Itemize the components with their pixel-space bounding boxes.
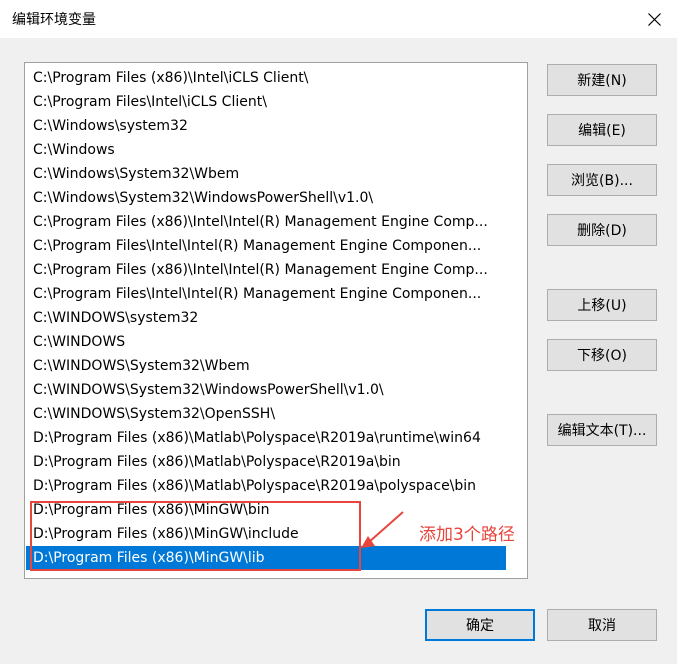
list-item[interactable]: D:\Program Files (x86)\Matlab\Polyspace\… bbox=[26, 474, 506, 498]
list-item[interactable]: C:\Program Files (x86)\Intel\Intel(R) Ma… bbox=[26, 210, 506, 234]
cancel-button[interactable]: 取消 bbox=[547, 609, 657, 641]
list-item[interactable]: C:\Program Files\Intel\Intel(R) Manageme… bbox=[26, 282, 506, 306]
list-item[interactable]: C:\WINDOWS bbox=[26, 330, 506, 354]
delete-button[interactable]: 删除(D) bbox=[547, 214, 657, 246]
title-bar: 编辑环境变量 bbox=[0, 0, 677, 38]
list-item[interactable]: C:\WINDOWS\System32\OpenSSH\ bbox=[26, 402, 506, 426]
list-item[interactable]: C:\Windows\System32\Wbem bbox=[26, 162, 506, 186]
list-item[interactable]: C:\Windows\System32\WindowsPowerShell\v1… bbox=[26, 186, 506, 210]
new-button[interactable]: 新建(N) bbox=[547, 64, 657, 96]
window-title: 编辑环境变量 bbox=[12, 12, 96, 28]
move-down-button[interactable]: 下移(O) bbox=[547, 339, 657, 371]
ok-button[interactable]: 确定 bbox=[425, 609, 535, 641]
browse-button[interactable]: 浏览(B)... bbox=[547, 164, 657, 196]
list-item[interactable]: D:\Program Files (x86)\Matlab\Polyspace\… bbox=[26, 426, 506, 450]
edit-text-button[interactable]: 编辑文本(T)... bbox=[547, 414, 657, 446]
annotation-arrow-icon bbox=[361, 511, 404, 548]
edit-button[interactable]: 编辑(E) bbox=[547, 114, 657, 146]
list-item[interactable]: D:\Program Files (x86)\Matlab\Polyspace\… bbox=[26, 450, 506, 474]
list-item[interactable]: C:\Program Files\Intel\Intel(R) Manageme… bbox=[26, 234, 506, 258]
list-item[interactable]: C:\Program Files (x86)\Intel\iCLS Client… bbox=[26, 66, 506, 90]
close-icon bbox=[647, 12, 661, 26]
list-item[interactable]: C:\Windows bbox=[26, 138, 506, 162]
list-item[interactable]: C:\Program Files\Intel\iCLS Client\ bbox=[26, 90, 506, 114]
list-item[interactable]: C:\WINDOWS\System32\Wbem bbox=[26, 354, 506, 378]
list-item[interactable]: C:\WINDOWS\system32 bbox=[26, 306, 506, 330]
list-item[interactable]: C:\Windows\system32 bbox=[26, 114, 506, 138]
list-item[interactable]: C:\Program Files (x86)\Intel\Intel(R) Ma… bbox=[26, 258, 506, 282]
move-up-button[interactable]: 上移(U) bbox=[547, 289, 657, 321]
close-button[interactable] bbox=[631, 0, 677, 38]
list-item[interactable]: C:\WINDOWS\System32\WindowsPowerShell\v1… bbox=[26, 378, 506, 402]
annotation-highlight-box bbox=[30, 501, 361, 571]
annotation-label: 添加3个路径 bbox=[419, 525, 515, 545]
